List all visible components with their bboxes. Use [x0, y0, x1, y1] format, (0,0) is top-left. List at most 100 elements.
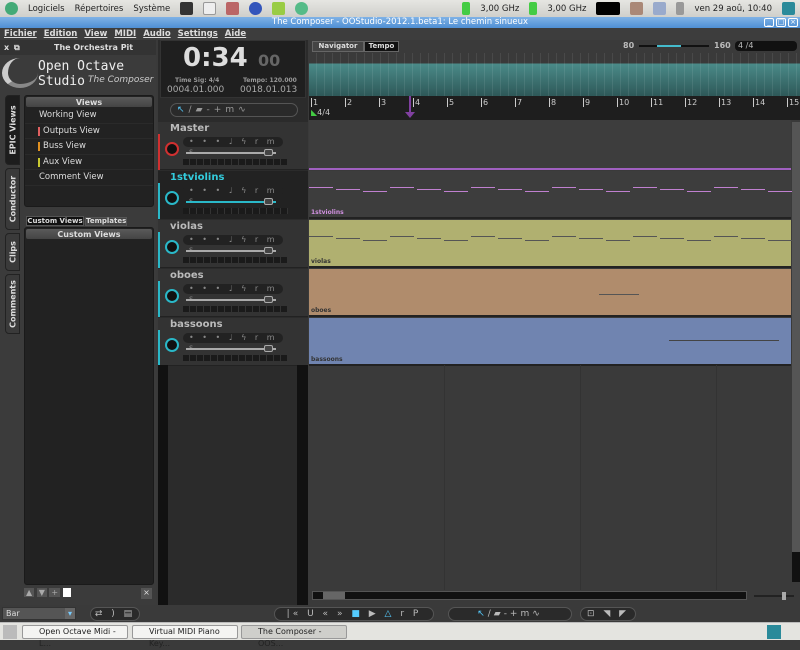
minimize-icon[interactable]: _ — [764, 18, 774, 27]
midi-note[interactable] — [660, 189, 684, 190]
menu-settings[interactable]: Settings — [178, 28, 218, 40]
maximize-icon[interactable]: □ — [776, 18, 786, 27]
midi-note[interactable] — [390, 236, 414, 237]
midi-note[interactable] — [471, 236, 495, 237]
track-name[interactable]: 1stviolins — [170, 172, 224, 183]
vertical-scrollbar[interactable] — [792, 122, 800, 582]
system-monitor-icon[interactable] — [596, 2, 621, 15]
show-desktop-icon[interactable] — [3, 625, 17, 639]
panel-clock[interactable]: ven 29 aoû, 10:40 — [694, 4, 772, 14]
view-item[interactable]: Outputs View — [25, 124, 153, 139]
pan-knob[interactable] — [165, 142, 179, 156]
track-name[interactable]: Master — [170, 123, 209, 134]
tab-templates[interactable]: Templates — [85, 217, 127, 226]
menu-midi[interactable]: MIDI — [114, 28, 136, 40]
pan-knob[interactable] — [165, 191, 179, 205]
menu-logiciels[interactable]: Logiciels — [28, 4, 65, 14]
track-buttons[interactable]: • • • ♩ ϟ r m s — [183, 333, 283, 352]
tempo-range-slider[interactable] — [639, 45, 709, 47]
midi-note[interactable] — [363, 240, 387, 241]
fader-thumb[interactable] — [264, 296, 273, 303]
midi-note[interactable] — [444, 191, 468, 192]
midi-note[interactable] — [669, 340, 779, 341]
app-tray-icon[interactable] — [782, 2, 795, 15]
menu-aide[interactable]: Aide — [225, 28, 246, 40]
track-name[interactable]: bassoons — [170, 319, 223, 330]
pan-knob[interactable] — [165, 289, 179, 303]
midi-note[interactable] — [444, 240, 468, 241]
time-ruler[interactable]: 1 2 3 4 5 6 7 8 9 10 11 12 13 14 15 ◣4/4 — [309, 96, 800, 120]
midi-note[interactable] — [660, 238, 684, 239]
curve-tool-icon[interactable]: ∿ — [238, 105, 250, 115]
music-icon[interactable] — [272, 2, 286, 15]
volume-fader[interactable] — [186, 201, 276, 203]
midi-note[interactable] — [687, 191, 711, 192]
loop-tools[interactable]: ⇄ ) ▤ — [90, 607, 140, 621]
midi-note[interactable] — [390, 187, 414, 188]
volume-fader[interactable] — [186, 348, 276, 350]
midi-note[interactable] — [687, 240, 711, 241]
cut-tool-icon[interactable]: - — [207, 105, 214, 115]
app-icon[interactable] — [226, 2, 240, 15]
track-strip[interactable]: oboes • • • ♩ ϟ r m s — [158, 269, 308, 317]
menu-view[interactable]: View — [84, 28, 107, 40]
menu-systeme[interactable]: Système — [133, 4, 170, 14]
glue-tool-icon[interactable]: + — [214, 105, 226, 115]
track-lane[interactable]: oboes — [309, 269, 791, 317]
midi-note[interactable] — [309, 236, 333, 237]
vtab-conductor[interactable]: Conductor — [5, 168, 20, 230]
timesig-spinbox[interactable]: 4 /4 — [735, 41, 797, 51]
bottom-edit-tools[interactable]: ↖/▰-+m∿ — [448, 607, 572, 621]
track-buttons[interactable]: • • • ♩ ϟ r m s — [183, 186, 283, 205]
midi-note[interactable] — [498, 238, 522, 239]
transport-controls[interactable]: |« U « » ■ ▶ △ r P — [274, 607, 434, 621]
track-name[interactable]: violas — [170, 221, 203, 232]
checkbox[interactable] — [62, 588, 72, 597]
fader-thumb[interactable] — [264, 345, 273, 352]
close-dock-icon[interactable]: x — [4, 40, 9, 55]
float-dock-icon[interactable]: ⧉ — [14, 40, 20, 55]
pencil-tool-icon[interactable]: / — [189, 105, 196, 115]
menu-repertoires[interactable]: Répertoires — [75, 4, 124, 14]
midi-note[interactable] — [714, 187, 738, 188]
midi-note[interactable] — [525, 191, 549, 192]
pointer-tool-icon[interactable]: ↖ — [177, 105, 189, 115]
track-buttons[interactable]: • • • ♩ ϟ r m s — [183, 137, 283, 156]
snap-select[interactable]: Bar ▾ — [2, 607, 76, 620]
midi-note[interactable] — [599, 294, 639, 295]
distro-logo-icon[interactable] — [5, 2, 18, 15]
pan-knob[interactable] — [165, 338, 179, 352]
midi-note[interactable] — [525, 240, 549, 241]
track-name[interactable]: oboes — [170, 270, 204, 281]
network-icon[interactable] — [653, 2, 667, 15]
zoom-slider[interactable] — [754, 592, 794, 600]
track-strip[interactable]: bassoons • • • ♩ ϟ r m s — [158, 318, 308, 366]
midi-note[interactable] — [498, 189, 522, 190]
editor-icon[interactable] — [203, 2, 217, 15]
task-the-composer[interactable]: The Composer - OOS... — [241, 625, 347, 648]
browser-icon[interactable] — [249, 2, 263, 15]
midi-note[interactable] — [471, 187, 495, 188]
menu-fichier[interactable]: Fichier — [4, 28, 37, 40]
close-icon[interactable]: × — [788, 18, 798, 27]
midi-note[interactable] — [714, 236, 738, 237]
pan-knob[interactable] — [165, 240, 179, 254]
view-item[interactable]: Comment View — [25, 170, 153, 186]
midi-note[interactable] — [417, 189, 441, 190]
midi-note[interactable] — [741, 189, 765, 190]
midi-note[interactable] — [309, 187, 333, 188]
track-strip[interactable]: Master • • • ♩ ϟ r m s — [158, 122, 308, 170]
vtab-clips[interactable]: Clips — [5, 233, 20, 271]
view-item[interactable]: Aux View — [25, 155, 153, 170]
vtab-epic-views[interactable]: EPIC Views — [5, 95, 20, 165]
view-item[interactable]: Buss View — [25, 139, 153, 155]
tab-tempo[interactable]: Tempo — [364, 41, 399, 52]
volume-fader[interactable] — [186, 250, 276, 252]
track-lane[interactable]: bassoons — [309, 318, 791, 366]
volume-fader[interactable] — [186, 299, 276, 301]
tab-custom-views[interactable]: Custom Views — [26, 216, 84, 226]
midi-note[interactable] — [363, 191, 387, 192]
midi-note[interactable] — [552, 187, 576, 188]
midi-note[interactable] — [768, 191, 792, 192]
midi-note[interactable] — [579, 238, 603, 239]
